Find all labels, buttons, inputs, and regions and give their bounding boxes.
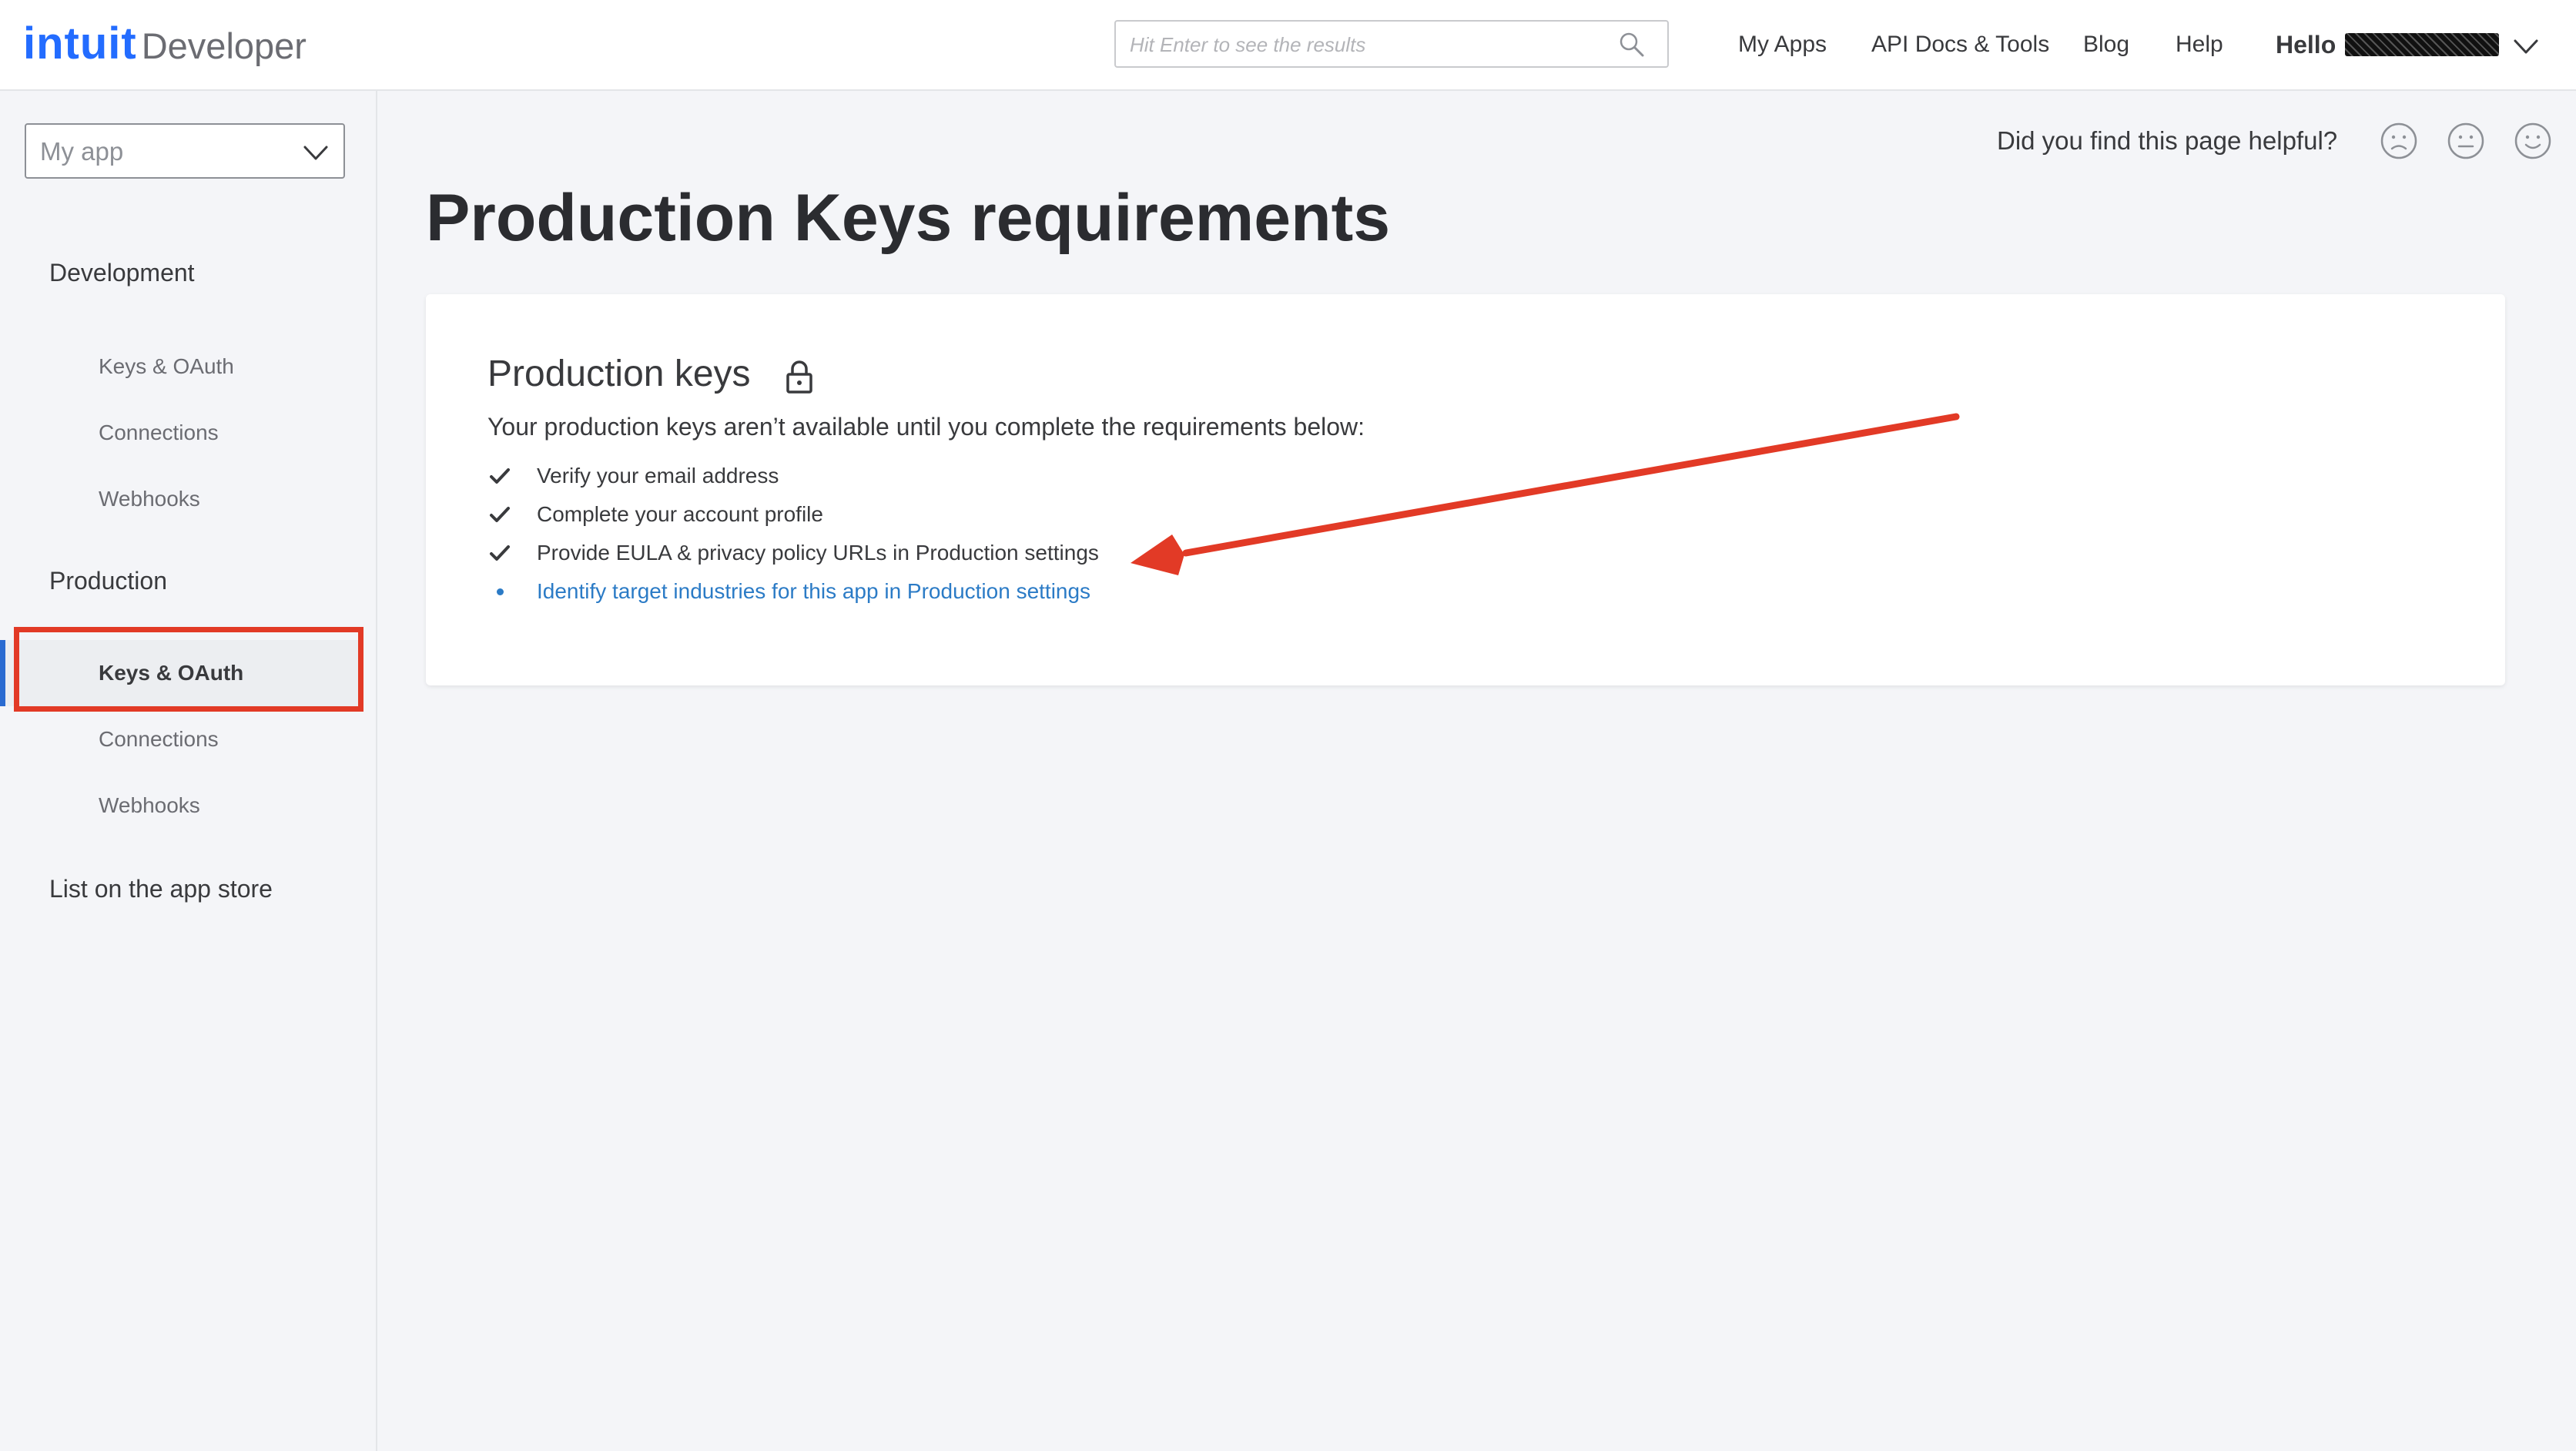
app-select-value: My app <box>40 137 124 166</box>
nav-help[interactable]: Help <box>2176 25 2223 65</box>
bullet-icon <box>487 579 512 604</box>
checkmark-icon <box>487 464 512 488</box>
search-input[interactable] <box>1128 28 1609 62</box>
logo-intuit-text: intuit <box>23 18 137 69</box>
requirement-link-target-industries[interactable]: Identify target industries for this app … <box>537 576 1090 607</box>
feedback-question: Did you find this page helpful? <box>1997 126 2338 155</box>
production-keys-card: Production keys Your production keys are… <box>426 294 2505 685</box>
sidebar-item-dev-webhooks[interactable]: Webhooks <box>99 484 200 514</box>
sidebar-item-prod-connections[interactable]: Connections <box>99 724 219 755</box>
user-greeting: Hello <box>2276 30 2336 59</box>
sidebar-item-dev-keys-oauth[interactable]: Keys & OAuth <box>99 351 234 382</box>
chevron-down-icon <box>303 146 328 160</box>
nav-api-docs-tools[interactable]: API Docs & Tools <box>1871 25 2049 65</box>
sad-face-icon[interactable] <box>2380 122 2418 160</box>
active-item-indicator <box>0 640 5 706</box>
requirement-item: Complete your account profile <box>487 498 823 531</box>
sidebar-item-dev-connections[interactable]: Connections <box>99 417 219 448</box>
requirement-text: Complete your account profile <box>537 502 823 526</box>
requirement-item[interactable]: Identify target industries for this app … <box>487 575 1090 608</box>
redacted-username <box>2345 33 2500 56</box>
sidebar: My app Development Keys & OAuth Connecti… <box>0 91 377 1451</box>
neutral-face-icon[interactable] <box>2447 122 2485 160</box>
requirement-text: Provide EULA & privacy policy URLs in Pr… <box>537 541 1099 565</box>
user-menu[interactable]: Hello <box>2276 23 2500 66</box>
search-box <box>1114 20 1669 68</box>
requirement-item: Verify your email address <box>487 459 779 493</box>
app-select-dropdown[interactable]: My app <box>25 123 345 179</box>
sidebar-item-prod-webhooks[interactable]: Webhooks <box>99 790 200 821</box>
nav-blog[interactable]: Blog <box>2083 25 2129 65</box>
sidebar-section-production[interactable]: Production <box>49 564 167 598</box>
top-header: intuit Developer My Apps API Docs & Tool… <box>0 0 2576 91</box>
checkmark-icon <box>487 541 512 565</box>
happy-face-icon[interactable] <box>2514 122 2552 160</box>
page-title: Production Keys requirements <box>426 181 1391 255</box>
sidebar-section-list-on-app-store[interactable]: List on the app store <box>49 872 273 906</box>
requirement-item: Provide EULA & privacy policy URLs in Pr… <box>487 536 1099 570</box>
nav-my-apps[interactable]: My Apps <box>1738 25 1827 65</box>
intuit-developer-logo[interactable]: intuit Developer <box>23 17 307 71</box>
checkmark-icon <box>487 502 512 527</box>
lock-icon <box>786 360 812 394</box>
card-title: Production keys <box>487 354 751 394</box>
search-icon[interactable] <box>1618 31 1646 59</box>
logo-developer-text: Developer <box>141 25 307 66</box>
chevron-down-icon[interactable] <box>2512 32 2540 60</box>
annotation-highlight-box <box>14 627 363 712</box>
sidebar-section-development[interactable]: Development <box>49 256 195 290</box>
requirement-text: Verify your email address <box>537 464 779 488</box>
card-description: Your production keys aren’t available un… <box>487 413 1365 441</box>
